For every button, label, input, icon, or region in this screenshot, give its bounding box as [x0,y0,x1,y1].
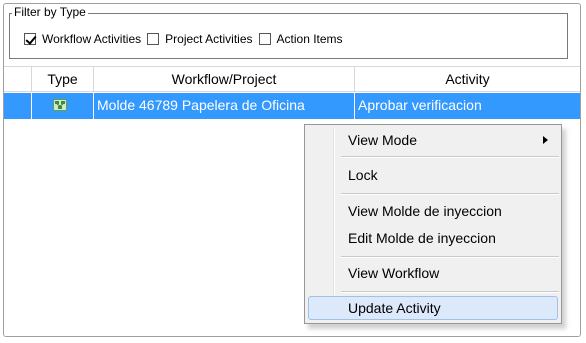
menu-separator [341,193,559,195]
menu-separator [341,256,559,258]
grid-header: Type Workflow/Project Activity [4,66,580,92]
project-activities-label: Project Activities [165,32,253,46]
workflow-activities-label: Workflow Activities [42,32,142,46]
menu-item-edit-molde[interactable]: Edit Molde de inyeccion [308,226,558,250]
menu-item-label: Edit Molde de inyeccion [348,230,496,246]
menu-icon-gutter [333,127,335,321]
workflow-icon [53,99,67,111]
action-items-checkbox[interactable] [258,33,271,45]
column-header-type[interactable]: Type [32,67,94,91]
filter-action-items[interactable]: Action Items [258,32,343,46]
filter-legend: Filter by Type [12,5,88,19]
menu-item-lock[interactable]: Lock [308,163,558,187]
menu-item-label: Update Activity [348,300,441,316]
column-header-selector[interactable] [4,67,32,91]
context-menu: View Mode Lock View Molde de inyeccion E… [304,124,562,324]
table-row[interactable]: Molde 46789 Papelera de Oficina Aprobar … [4,93,580,119]
action-items-label: Action Items [276,32,343,46]
submenu-arrow-icon [543,136,548,144]
filter-workflow-activities[interactable]: Workflow Activities [24,32,141,46]
menu-item-label: Lock [348,167,378,183]
menu-item-view-molde[interactable]: View Molde de inyeccion [308,199,558,223]
project-activities-checkbox[interactable] [147,33,160,45]
filter-project-activities[interactable]: Project Activities [147,32,253,46]
column-header-activity[interactable]: Activity [355,67,580,91]
column-header-workflow-project[interactable]: Workflow/Project [94,67,355,91]
workflow-activities-checkbox[interactable] [24,33,36,45]
menu-item-label: View Mode [348,132,418,148]
menu-separator [341,291,559,293]
activity-cell[interactable]: Aprobar verificacion [355,93,580,119]
menu-item-label: View Workflow [348,265,440,281]
workflow-project-cell[interactable]: Molde 46789 Papelera de Oficina [94,93,355,119]
type-cell[interactable] [32,93,94,119]
menu-item-view-workflow[interactable]: View Workflow [308,261,558,285]
menu-item-update-activity[interactable]: Update Activity [308,296,558,320]
menu-separator [341,156,559,158]
row-selector-cell[interactable] [4,93,32,119]
menu-item-view-mode[interactable]: View Mode [308,128,558,152]
menu-item-label: View Molde de inyeccion [348,203,502,219]
filter-options: Workflow Activities Project Activities A… [24,31,349,47]
